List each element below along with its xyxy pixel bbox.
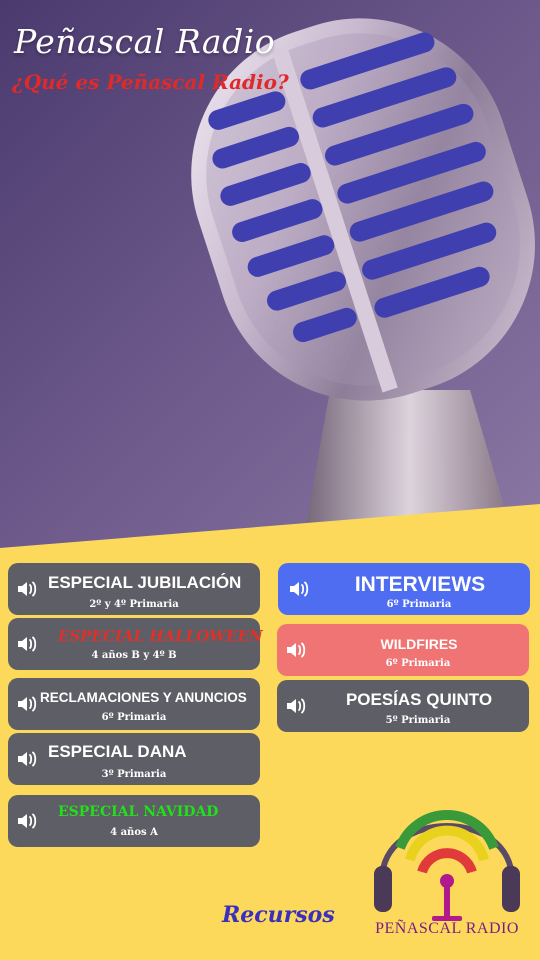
button-label: WILDFIRES (380, 636, 458, 652)
button-grade: 6º Primaria (101, 712, 167, 723)
resources-link[interactable]: Recursos (222, 902, 335, 928)
speaker-icon (18, 751, 37, 767)
button-label: POESÍAS QUINTO (345, 690, 493, 709)
wildfires-button[interactable]: WILDFIRES 6º Primaria (277, 624, 529, 676)
button-label: ESPECIAL HALLOWEEN (58, 627, 263, 645)
button-grade: 6º Primaria (385, 658, 451, 669)
button-label: ESPECIAL JUBILACIÓN (48, 573, 242, 592)
speaker-icon (290, 581, 309, 597)
what-is-link[interactable]: ¿Qué es Peñascal Radio? (12, 70, 289, 94)
speaker-icon (287, 642, 306, 658)
button-grade: 5º Primaria (385, 715, 451, 726)
hero-image: Peñascal Radio ¿Qué es Peñascal Radio? (0, 0, 540, 560)
interviews-button[interactable]: INTERVIEWS 6º Primaria (278, 563, 530, 615)
speaker-icon (18, 581, 37, 597)
button-label: RECLAMACIONES Y ANUNCIOS (40, 690, 247, 705)
button-grade: 2º y 4º Primaria (89, 599, 179, 610)
speaker-icon (18, 696, 37, 712)
button-label: INTERVIEWS (354, 573, 486, 596)
button-grade: 4 años A (110, 827, 158, 838)
logo-text: PEÑASCAL RADIO (375, 920, 519, 937)
button-grade: 4 años B y 4º B (91, 650, 177, 661)
especial-navidad-button[interactable]: ESPECIAL NAVIDAD 4 años A (8, 795, 260, 847)
especial-halloween-button[interactable]: ESPECIAL HALLOWEEN 4 años B y 4º B (8, 618, 263, 670)
button-grade: 3º Primaria (101, 769, 167, 780)
button-label: ESPECIAL DANA (48, 742, 187, 761)
reclamaciones-button[interactable]: RECLAMACIONES Y ANUNCIOS 6º Primaria (8, 678, 260, 730)
button-label: ESPECIAL NAVIDAD (58, 804, 219, 820)
button-grade: 6º Primaria (386, 599, 452, 610)
page-title: Peñascal Radio (14, 22, 276, 61)
especial-dana-button[interactable]: ESPECIAL DANA 3º Primaria (8, 733, 260, 785)
speaker-icon (287, 698, 306, 714)
poesias-quinto-button[interactable]: POESÍAS QUINTO 5º Primaria (277, 680, 529, 732)
especial-jubilacion-button[interactable]: ESPECIAL JUBILACIÓN 2º y 4º Primaria (8, 563, 260, 615)
